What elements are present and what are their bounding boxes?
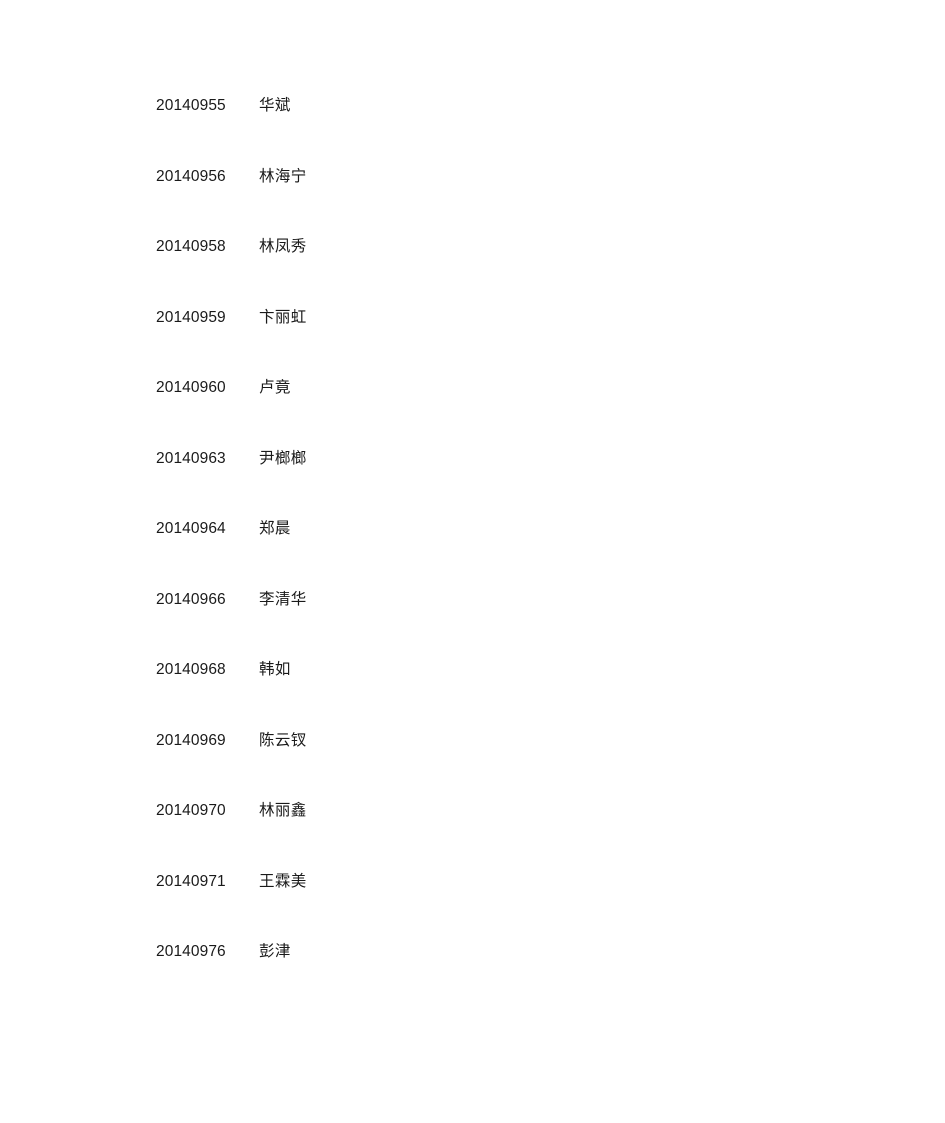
student-id: 20140963 xyxy=(156,449,226,467)
roster-row: 20140963 尹榔榔 xyxy=(156,448,856,522)
student-name: 郑晨 xyxy=(259,519,291,537)
roster-row: 20140971 王霖美 xyxy=(156,871,856,945)
student-name: 林海宁 xyxy=(259,166,307,185)
student-id: 20140960 xyxy=(156,379,226,396)
roster-row: 20140955 华斌 xyxy=(156,96,856,169)
roster-row: 20140964 郑晨 xyxy=(156,519,856,592)
roster-row: 20140976 彭津 xyxy=(156,942,856,1015)
student-name: 尹榔榔 xyxy=(259,448,307,467)
student-name: 华斌 xyxy=(259,96,291,114)
student-name: 林凤秀 xyxy=(259,237,307,255)
student-id: 20140964 xyxy=(156,520,226,537)
student-id: 20140976 xyxy=(156,943,226,960)
student-name: 王霖美 xyxy=(259,871,307,890)
student-name: 韩如 xyxy=(259,660,291,678)
document-page: 20140955 华斌 20140956 林海宁 20140958 林凤秀 20140959… xyxy=(0,0,945,1123)
student-id: 20140970 xyxy=(156,802,226,819)
student-id: 20140955 xyxy=(156,97,226,114)
student-name: 陈云钗 xyxy=(259,730,307,749)
student-name: 卢竟 xyxy=(259,378,291,396)
student-name: 林丽鑫 xyxy=(259,801,307,819)
roster-row: 20140956 林海宁 xyxy=(156,166,856,240)
roster-row: 20140969 陈云钗 xyxy=(156,730,856,804)
roster-row: 20140960 卢竟 xyxy=(156,378,856,451)
student-id: 20140956 xyxy=(156,167,226,185)
student-roster-list: 20140955 华斌 20140956 林海宁 20140958 林凤秀 20140959… xyxy=(156,0,856,1015)
student-id: 20140966 xyxy=(156,590,226,608)
student-name: 李清华 xyxy=(259,589,307,608)
student-id: 20140968 xyxy=(156,661,226,678)
roster-row: 20140968 韩如 xyxy=(156,660,856,733)
student-id: 20140959 xyxy=(156,308,226,326)
student-name: 卞丽虹 xyxy=(259,307,307,326)
roster-row: 20140959 卞丽虹 xyxy=(156,307,856,381)
student-id: 20140958 xyxy=(156,238,226,255)
student-id: 20140969 xyxy=(156,731,226,749)
roster-row: 20140970 林丽鑫 xyxy=(156,801,856,874)
student-name: 彭津 xyxy=(259,942,291,960)
roster-row: 20140966 李清华 xyxy=(156,589,856,663)
student-id: 20140971 xyxy=(156,872,226,890)
roster-row: 20140958 林凤秀 xyxy=(156,237,856,310)
